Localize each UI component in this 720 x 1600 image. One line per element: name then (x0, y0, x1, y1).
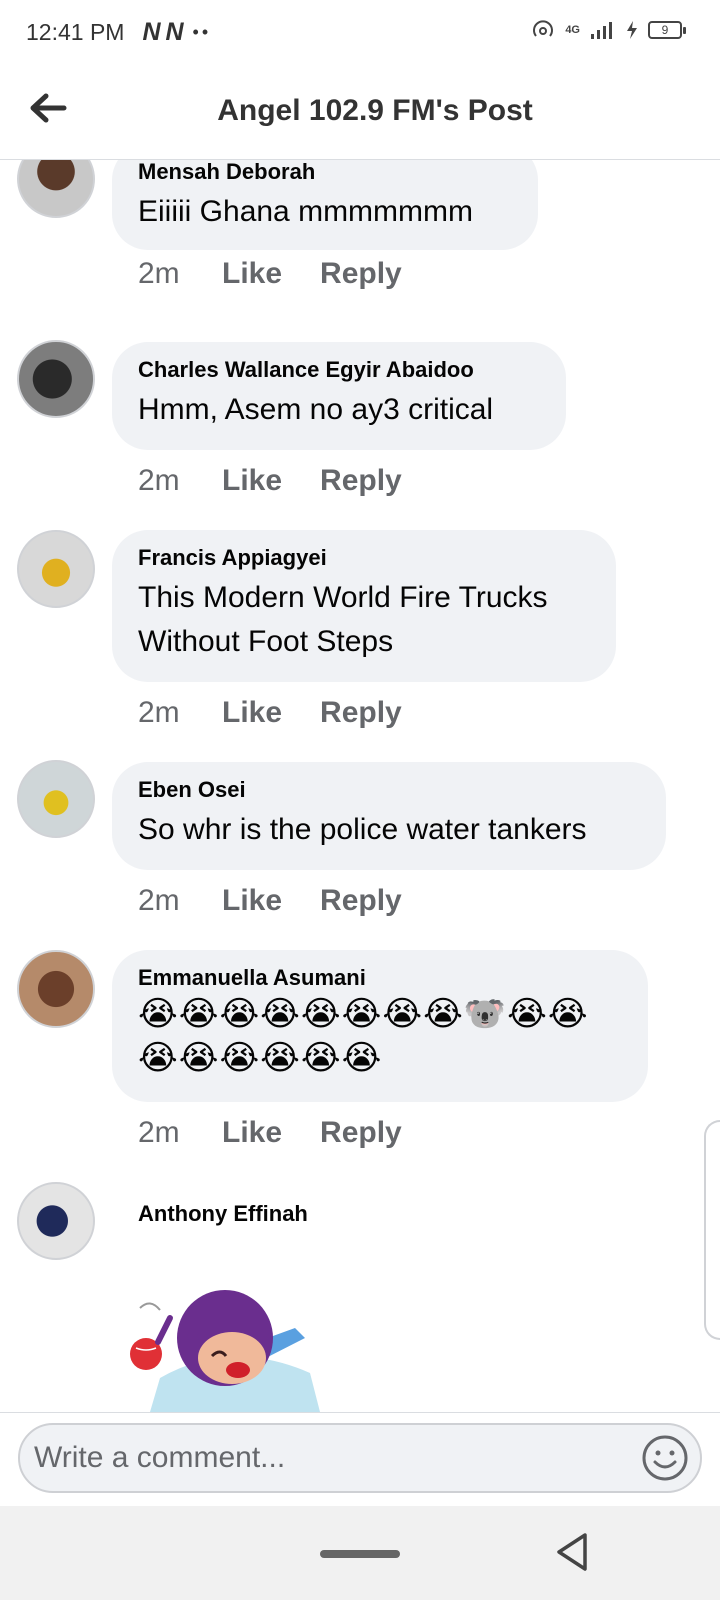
signal-icon (591, 22, 612, 39)
comment-text: Without Foot Steps (138, 625, 394, 658)
comment-bubble[interactable]: Eben Osei So whr is the police water tan… (112, 762, 666, 870)
notification-dots: •• (192, 21, 212, 42)
crying-boy-sticker-icon (130, 1290, 320, 1412)
comment-text: Hmm, Asem no ay3 critical (138, 393, 494, 426)
avatar[interactable] (17, 950, 95, 1028)
avatar[interactable] (17, 1182, 95, 1260)
comment-author[interactable]: Mensah Deborah (138, 160, 512, 186)
like-button[interactable]: Like (222, 884, 282, 918)
post-header: Angel 102.9 FM's Post (0, 64, 720, 160)
comment-author[interactable]: Emmanuella Asumani (138, 964, 622, 992)
avatar[interactable] (17, 530, 95, 608)
comment-text: Eiiiii Ghana mmmmmmm (138, 195, 474, 228)
comment-list: Mensah Deborah Eiiiii Ghana mmmmmmm 2m L… (0, 160, 720, 1412)
comment-emoji-text: 😭😭😭😭😭😭😭😭🐨😭😭 (138, 995, 589, 1033)
like-button[interactable]: Like (222, 464, 282, 498)
comment-actions: 2m Like Reply (138, 1116, 402, 1150)
comment-composer (0, 1412, 720, 1506)
comment-time[interactable]: 2m (138, 884, 222, 918)
network-type: 4G (565, 24, 580, 36)
carrier-icons: N N (142, 17, 183, 46)
reply-button[interactable]: Reply (320, 1116, 402, 1150)
comment-time[interactable]: 2m (138, 464, 222, 498)
charging-icon (627, 21, 637, 39)
smiley-icon (642, 1435, 688, 1481)
side-scroll-handle[interactable] (704, 1120, 720, 1340)
reply-button[interactable]: Reply (320, 257, 402, 291)
system-nav-bar (0, 1506, 720, 1600)
comment-bubble[interactable]: Mensah Deborah Eiiiii Ghana mmmmmmm (112, 160, 538, 250)
avatar[interactable] (17, 160, 95, 218)
triangle-back-icon (557, 1533, 587, 1571)
comment-emoji-text: 😭😭😭😭😭😭 (138, 1039, 383, 1077)
page-title: Angel 102.9 FM's Post (217, 94, 533, 127)
comment-bubble[interactable]: Francis Appiagyei This Modern World Fire… (112, 530, 616, 682)
like-button[interactable]: Like (222, 257, 282, 291)
avatar[interactable] (17, 340, 95, 418)
like-button[interactable]: Like (222, 696, 282, 730)
comment-text: This Modern World Fire Trucks (138, 581, 548, 614)
status-bar: 12:41 PM N N •• 4G 9 (0, 0, 720, 64)
crying-sticker[interactable] (120, 1278, 330, 1412)
status-time: 12:41 PM (26, 18, 125, 45)
hotspot-icon (533, 20, 554, 37)
comment-time[interactable]: 2m (138, 257, 222, 291)
comment-bubble[interactable]: Charles Wallance Egyir Abaidoo Hmm, Asem… (112, 342, 566, 450)
comment-bubble[interactable]: Emmanuella Asumani 😭😭😭😭😭😭😭😭🐨😭😭 😭😭😭😭😭😭 (112, 950, 648, 1102)
comment-text: So whr is the police water tankers (138, 813, 587, 846)
reply-button[interactable]: Reply (320, 884, 402, 918)
battery-icon: 9 (648, 21, 686, 39)
emoji-button[interactable] (640, 1433, 690, 1483)
comment-author[interactable]: Charles Wallance Egyir Abaidoo (138, 356, 540, 384)
home-pill[interactable] (320, 1550, 400, 1558)
comment-author[interactable]: Eben Osei (138, 776, 640, 804)
status-icons: 4G 9 (531, 18, 686, 42)
avatar[interactable] (17, 760, 95, 838)
comment-time[interactable]: 2m (138, 1116, 222, 1150)
comment-input[interactable] (18, 1423, 702, 1493)
comment-author[interactable]: Anthony Effinah (138, 1200, 308, 1228)
comment-author[interactable]: Francis Appiagyei (138, 544, 590, 572)
reply-button[interactable]: Reply (320, 464, 402, 498)
comment-time[interactable]: 2m (138, 696, 222, 730)
reply-button[interactable]: Reply (320, 696, 402, 730)
system-back-button[interactable] (553, 1530, 593, 1574)
comment-actions: 2m Like Reply (138, 257, 402, 291)
comment-actions: 2m Like Reply (138, 464, 402, 498)
like-button[interactable]: Like (222, 1116, 282, 1150)
comment-actions: 2m Like Reply (138, 696, 402, 730)
comment-actions: 2m Like Reply (138, 884, 402, 918)
